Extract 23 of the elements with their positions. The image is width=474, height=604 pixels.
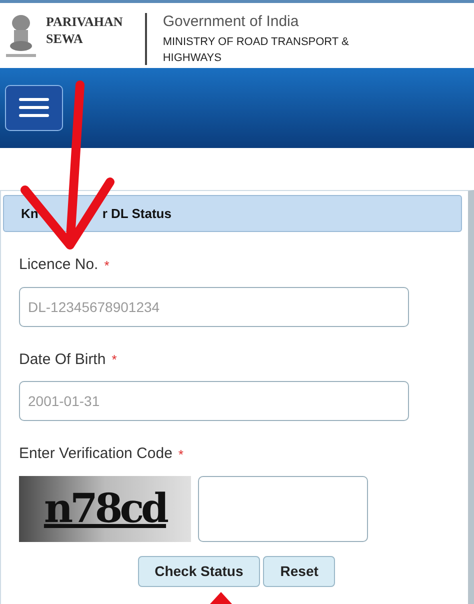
form-button[interactable]: Reset	[263, 556, 336, 586]
input-field[interactable]: 2001-01-31	[19, 381, 409, 421]
field-label: Licence No.	[19, 255, 98, 275]
required-mark: *	[178, 446, 184, 464]
menu-icon	[19, 98, 49, 118]
ministry-text: MINISTRY OF ROAD TRANSPORT &	[162, 35, 349, 50]
form-button[interactable]: Check Status	[138, 556, 260, 586]
menu-button[interactable]	[5, 85, 63, 131]
field-label: Date Of Birth	[19, 350, 106, 370]
field-label: Enter Verification Code	[19, 444, 172, 464]
ministry-text: HIGHWAYS	[162, 51, 222, 66]
brand-text: SEWA	[46, 30, 84, 47]
emblem-icon	[4, 13, 38, 59]
brand-text: PARIVAHAN	[46, 13, 123, 30]
section-title: Kn	[21, 204, 38, 223]
input-field[interactable]: DL-12345678901234	[19, 286, 409, 326]
annotation-arrowhead-drawing	[208, 590, 234, 604]
government-title: Government of India	[162, 13, 300, 31]
section-title: r DL Status	[102, 204, 172, 223]
required-mark: *	[104, 256, 110, 274]
required-mark: *	[112, 351, 117, 369]
input-field[interactable]	[198, 476, 368, 542]
captcha-text: n78cd	[44, 484, 166, 534]
